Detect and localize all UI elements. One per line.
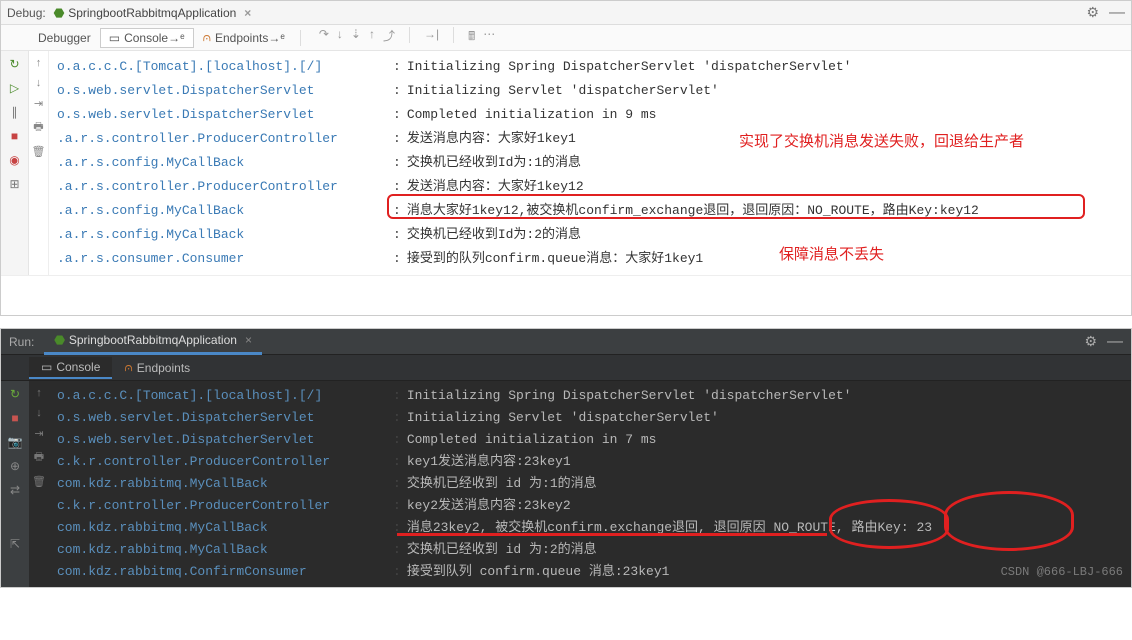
separator	[300, 30, 301, 46]
annotation-text: 保障消息不丢失	[779, 246, 884, 266]
tab-console[interactable]: ▭Console →ᵉ	[100, 28, 194, 48]
console-output[interactable]: o.a.c.c.C.[Tomcat].[localhost].[/]:Initi…	[49, 381, 1131, 587]
log-line: o.s.web.servlet.DispatcherServlet:Comple…	[57, 429, 1123, 451]
wrap-icon[interactable]: ⇥	[34, 427, 43, 440]
down-icon[interactable]: ↓	[36, 77, 42, 89]
run-config-tab[interactable]: ⬣ SpringbootRabbitmqApplication ×	[54, 6, 1087, 20]
step-controls: ↷ ↓ ⇣ ↑ ⤴ →| 🖩 ⋯	[319, 27, 495, 48]
tab-debugger[interactable]: Debugger	[29, 28, 100, 48]
debug-toolbar: Debugger ▭Console →ᵉ ⩀Endpoints →ᵉ ↷ ↓ ⇣…	[1, 25, 1131, 51]
endpoints-icon: ⩀	[124, 360, 132, 375]
run-label: Run:	[9, 335, 34, 349]
log-line: o.s.web.servlet.DispatcherServlet:Initia…	[57, 407, 1123, 429]
log-line: com.kdz.rabbitmq.MyCallBack:消息23key2, 被交…	[57, 517, 1123, 539]
debug-label: Debug:	[7, 6, 46, 20]
console-icon: ▭	[41, 360, 52, 374]
drop-frame-icon[interactable]: ⤴	[383, 27, 395, 48]
run-to-cursor-icon[interactable]: →|	[424, 27, 439, 48]
close-icon[interactable]: ×	[245, 333, 252, 347]
log-line: com.kdz.rabbitmq.MyCallBack:交换机已经收到 id 为…	[57, 473, 1123, 495]
run-config-tab[interactable]: ⬣ SpringbootRabbitmqApplication ×	[44, 329, 262, 355]
close-icon[interactable]: ×	[244, 6, 251, 20]
stop-icon[interactable]: ■	[11, 129, 18, 143]
annotation-text: 实现了交换机消息发送失败，回退给生产者	[739, 133, 1059, 153]
left-gutter: ↻ ▷ ∥ ■ ◉ ⊞	[1, 51, 29, 275]
debug-panel: ⭐ 2: Favorites🌐 Web Debug: ⬣ SpringbootR…	[0, 0, 1132, 316]
minimize-icon[interactable]: —	[1109, 4, 1125, 22]
app-name: SpringbootRabbitmqApplication	[69, 333, 237, 347]
rerun-icon[interactable]: ↻	[10, 387, 20, 401]
log-line: com.kdz.rabbitmq.MyCallBack:交换机已经收到 id 为…	[57, 539, 1123, 561]
endpoints-icon: ⩀	[203, 30, 211, 45]
gear-icon[interactable]: ⚙	[1084, 333, 1097, 350]
wrap-icon[interactable]: ⇥	[34, 97, 43, 110]
force-step-into-icon[interactable]: ⇣	[351, 27, 361, 48]
log-line: c.k.r.controller.ProducerController:key2…	[57, 495, 1123, 517]
log-line: o.s.web.servlet.DispatcherServlet:Comple…	[57, 103, 1123, 127]
trash-icon[interactable]: 🗑	[32, 145, 46, 158]
debug-header: Debug: ⬣ SpringbootRabbitmqApplication ×…	[1, 1, 1131, 25]
gear-icon[interactable]: ⚙	[1086, 4, 1099, 21]
tab-endpoints[interactable]: ⩀Endpoints →ᵉ	[194, 28, 294, 48]
exit-icon[interactable]: ⇱	[10, 537, 20, 551]
up-icon[interactable]: ↑	[36, 57, 42, 69]
console-gutter: ↑ ↓ ⇥ 🖶 🗑	[29, 51, 49, 275]
minimize-icon[interactable]: —	[1107, 333, 1123, 351]
print-icon[interactable]: 🖶	[34, 448, 44, 467]
up-icon[interactable]: ↑	[36, 387, 42, 399]
console-output[interactable]: o.a.c.c.C.[Tomcat].[localhost].[/]:Initi…	[49, 51, 1131, 275]
evaluate-icon[interactable]: 🖩	[468, 27, 475, 48]
tab-console[interactable]: ▭Console	[29, 357, 112, 379]
app-name: SpringbootRabbitmqApplication	[68, 6, 236, 20]
camera-icon[interactable]: 📷	[8, 435, 23, 449]
stop-icon[interactable]: ■	[11, 411, 18, 425]
log-line: .a.r.s.config.MyCallBack:交换机已经收到Id为:2的消息	[57, 223, 1123, 247]
console-icon: ▭	[109, 31, 120, 45]
log-line: .a.r.s.config.MyCallBack:交换机已经收到Id为:1的消息	[57, 151, 1123, 175]
rerun-icon[interactable]: ↻	[9, 57, 19, 71]
layout-icon[interactable]: ⇄	[10, 483, 20, 497]
pause-icon[interactable]: ∥	[12, 105, 18, 119]
watermark-text: CSDN @666-LBJ-666	[1001, 561, 1123, 583]
log-line: c.k.r.controller.ProducerController:key1…	[57, 451, 1123, 473]
left-gutter: ↻ ■ 📷 ⊕ ⇄ ⇱	[1, 381, 29, 587]
layout-icon[interactable]: ⊞	[9, 177, 19, 191]
step-out-icon[interactable]: ↑	[369, 27, 375, 48]
console-gutter: ↑ ↓ ⇥ 🖶 🗑	[29, 381, 49, 587]
run-panel: Run: ⬣ SpringbootRabbitmqApplication × ⚙…	[0, 328, 1132, 588]
down-icon[interactable]: ↓	[36, 407, 42, 419]
log-line: .a.r.s.controller.ProducerController:发送消…	[57, 175, 1123, 199]
tab-endpoints[interactable]: ⩀Endpoints	[112, 357, 202, 379]
step-into-icon[interactable]: ↓	[337, 27, 343, 48]
trash-icon[interactable]: 🗑	[32, 475, 46, 488]
spring-icon: ⬣	[54, 333, 64, 347]
actuator-icon[interactable]: ⊕	[10, 459, 20, 473]
resume-icon[interactable]: ▷	[10, 81, 19, 95]
log-line: o.a.c.c.C.[Tomcat].[localhost].[/]:Initi…	[57, 55, 1123, 79]
log-line: o.s.web.servlet.DispatcherServlet:Initia…	[57, 79, 1123, 103]
log-line: .a.r.s.config.MyCallBack:消息大家好1key12,被交换…	[57, 199, 1123, 223]
print-icon[interactable]: 🖶	[33, 118, 43, 137]
more-icon[interactable]: ⋯	[483, 27, 495, 48]
log-line: o.a.c.c.C.[Tomcat].[localhost].[/]:Initi…	[57, 385, 1123, 407]
spring-icon: ⬣	[54, 6, 64, 20]
step-over-icon[interactable]: ↷	[319, 27, 329, 48]
log-line: com.kdz.rabbitmq.ConfirmConsumer:接受到队列 c…	[57, 561, 1123, 583]
log-line: .a.r.s.consumer.Consumer:接受到的队列confirm.q…	[57, 247, 1123, 271]
run-header: Run: ⬣ SpringbootRabbitmqApplication × ⚙…	[1, 329, 1131, 355]
run-toolbar: ▭Console ⩀Endpoints	[1, 355, 1131, 381]
breakpoints-icon[interactable]: ◉	[9, 153, 19, 167]
